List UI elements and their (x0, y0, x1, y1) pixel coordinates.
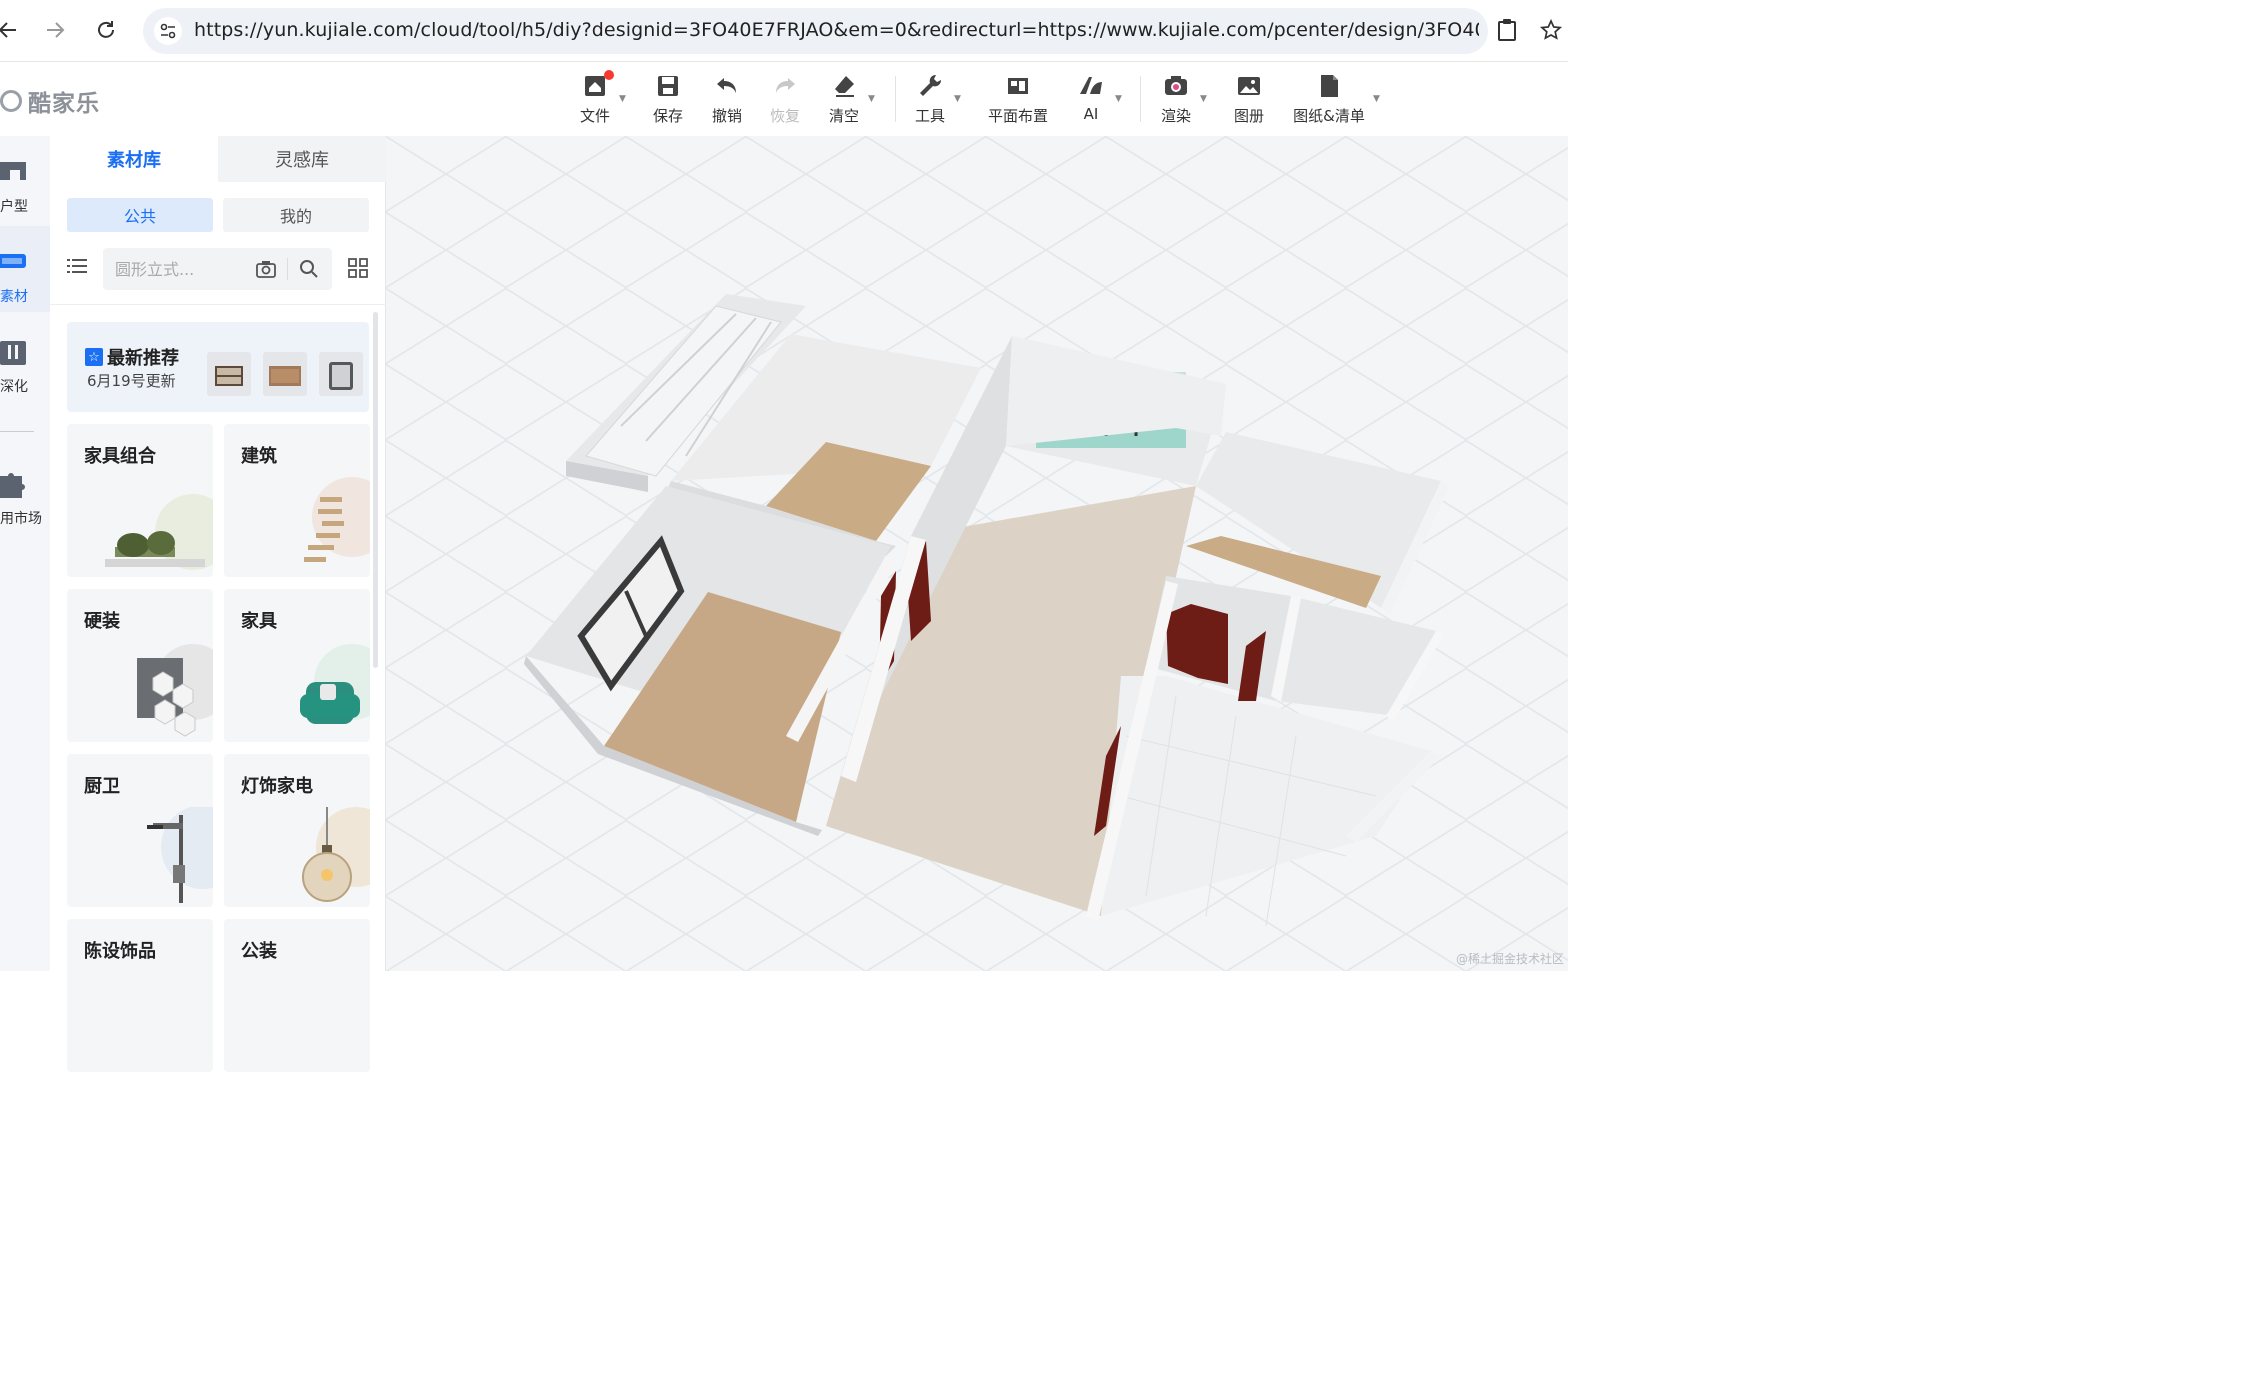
wrench-icon (920, 74, 942, 96)
clipboard-icon[interactable] (1493, 16, 1521, 44)
bookmark-star-icon[interactable] (1537, 16, 1565, 44)
recommend-subtitle: 6月19号更新 (87, 372, 176, 390)
category-furniture-set[interactable]: 家具组合 (67, 424, 213, 577)
grid-view-icon[interactable] (348, 258, 368, 278)
puzzle-icon (0, 473, 25, 498)
category-architecture[interactable]: 建筑 (224, 424, 370, 577)
chevron-down-icon: ▼ (954, 94, 961, 104)
recommend-thumb (263, 352, 307, 396)
search-divider (287, 258, 288, 280)
browser-toolbar: https://yun.kujiale.com/cloud/tool/h5/di… (0, 0, 1568, 62)
search-icon[interactable] (298, 258, 320, 280)
search-box (103, 248, 332, 290)
clear-button[interactable]: 清空 ▼ (809, 72, 879, 128)
latest-recommend-card[interactable]: ☆ 最新推荐 6月19号更新 (67, 322, 369, 412)
picture-icon (1238, 77, 1260, 95)
undo-icon (717, 78, 736, 93)
camera-icon (1165, 76, 1187, 95)
chevron-down-icon: ▼ (868, 94, 875, 104)
pendant-lamp-image (302, 807, 370, 902)
nav-item-market[interactable]: 应用市场 (0, 448, 50, 534)
category-kitchen-bath[interactable]: 厨卫 (67, 754, 213, 907)
tab-materials[interactable]: 素材库 (50, 136, 218, 182)
eraser-icon (835, 76, 854, 97)
sofa-icon (0, 254, 26, 268)
chevron-down-icon: ▼ (1200, 94, 1207, 104)
floppy-icon (658, 76, 678, 96)
category-furniture[interactable]: 家具 (224, 589, 370, 742)
drawings-button[interactable]: 图纸&清单 ▼ (1293, 72, 1380, 128)
furniture-set-image (105, 494, 213, 570)
category-lighting-appliance[interactable]: 灯饰家电 (224, 754, 370, 907)
floorplan-3d-view[interactable] (386, 136, 1568, 971)
category-decor[interactable]: 陈设饰品 (67, 919, 213, 1072)
app-header: 酷家乐 文件 ▼ 保存 撤销 恢复 清空 ▼ 工具 ▼ 平面布置 AI ▼ 渲染… (0, 62, 1568, 136)
file-button[interactable]: 文件 ▼ (560, 72, 630, 128)
star-badge-icon: ☆ (85, 348, 103, 366)
logo-icon (0, 90, 22, 112)
cabinet-icon (0, 341, 26, 365)
panel-divider (50, 304, 386, 305)
3d-canvas[interactable]: @稀土掘金技术社区 (386, 136, 1568, 971)
segment-mine[interactable]: 我的 (223, 198, 369, 232)
layout-button[interactable]: 平面布置 (983, 72, 1053, 128)
url-text[interactable]: https://yun.kujiale.com/cloud/tool/h5/di… (194, 19, 1479, 41)
watermark: @稀土掘金技术社区 (1455, 952, 1564, 966)
recommend-title: 最新推荐 (107, 348, 179, 369)
tile-image (137, 644, 213, 737)
shower-image (147, 807, 213, 903)
tools-button[interactable]: 工具 ▼ (895, 72, 965, 128)
list-view-icon[interactable] (67, 258, 87, 274)
redo-icon (776, 78, 795, 93)
panel-scrollbar[interactable] (373, 312, 378, 668)
notification-dot (604, 70, 614, 80)
tab-inspiration[interactable]: 灵感库 (218, 136, 386, 182)
category-commercial[interactable]: 公装 (224, 919, 370, 1072)
logo: 酷家乐 (0, 84, 100, 118)
image-search-icon[interactable] (255, 258, 277, 280)
ai-icon (1080, 77, 1102, 94)
address-bar[interactable]: https://yun.kujiale.com/cloud/tool/h5/di… (143, 8, 1488, 54)
chevron-down-icon: ▼ (1115, 94, 1122, 104)
recommend-thumb (207, 352, 251, 396)
nav-item-detailing[interactable]: 做深化 (0, 316, 50, 402)
back-icon[interactable] (0, 16, 22, 44)
floorplan-icon (0, 162, 26, 180)
segment-public[interactable]: 公共 (67, 198, 213, 232)
material-library-panel: 素材库 灵感库 公共 我的 ☆ 最新推荐 6月19号更新 家具组合 建筑 (50, 136, 386, 1072)
layout-icon (1008, 78, 1028, 94)
category-hardware[interactable]: 硬装 (67, 589, 213, 742)
reload-icon[interactable] (92, 16, 120, 44)
nav-item-floorplan[interactable]: 画户型 (0, 136, 50, 222)
album-button[interactable]: 图册 (1214, 72, 1284, 128)
site-settings-icon[interactable] (154, 17, 182, 45)
recommend-thumb (319, 352, 363, 396)
document-icon (1321, 75, 1338, 97)
armchair-image (300, 644, 370, 724)
nav-item-materials[interactable]: 找素材 (0, 226, 50, 312)
ai-button[interactable]: AI ▼ (1056, 72, 1126, 128)
left-nav: 画户型 找素材 做深化 应用市场 (0, 136, 50, 971)
chevron-down-icon: ▼ (619, 94, 626, 104)
stairs-image (304, 477, 370, 562)
forward-icon[interactable] (41, 16, 69, 44)
search-input[interactable] (115, 257, 235, 281)
nav-divider (0, 431, 34, 432)
render-button[interactable]: 渲染 ▼ (1141, 72, 1211, 128)
chevron-down-icon: ▼ (1373, 94, 1380, 104)
